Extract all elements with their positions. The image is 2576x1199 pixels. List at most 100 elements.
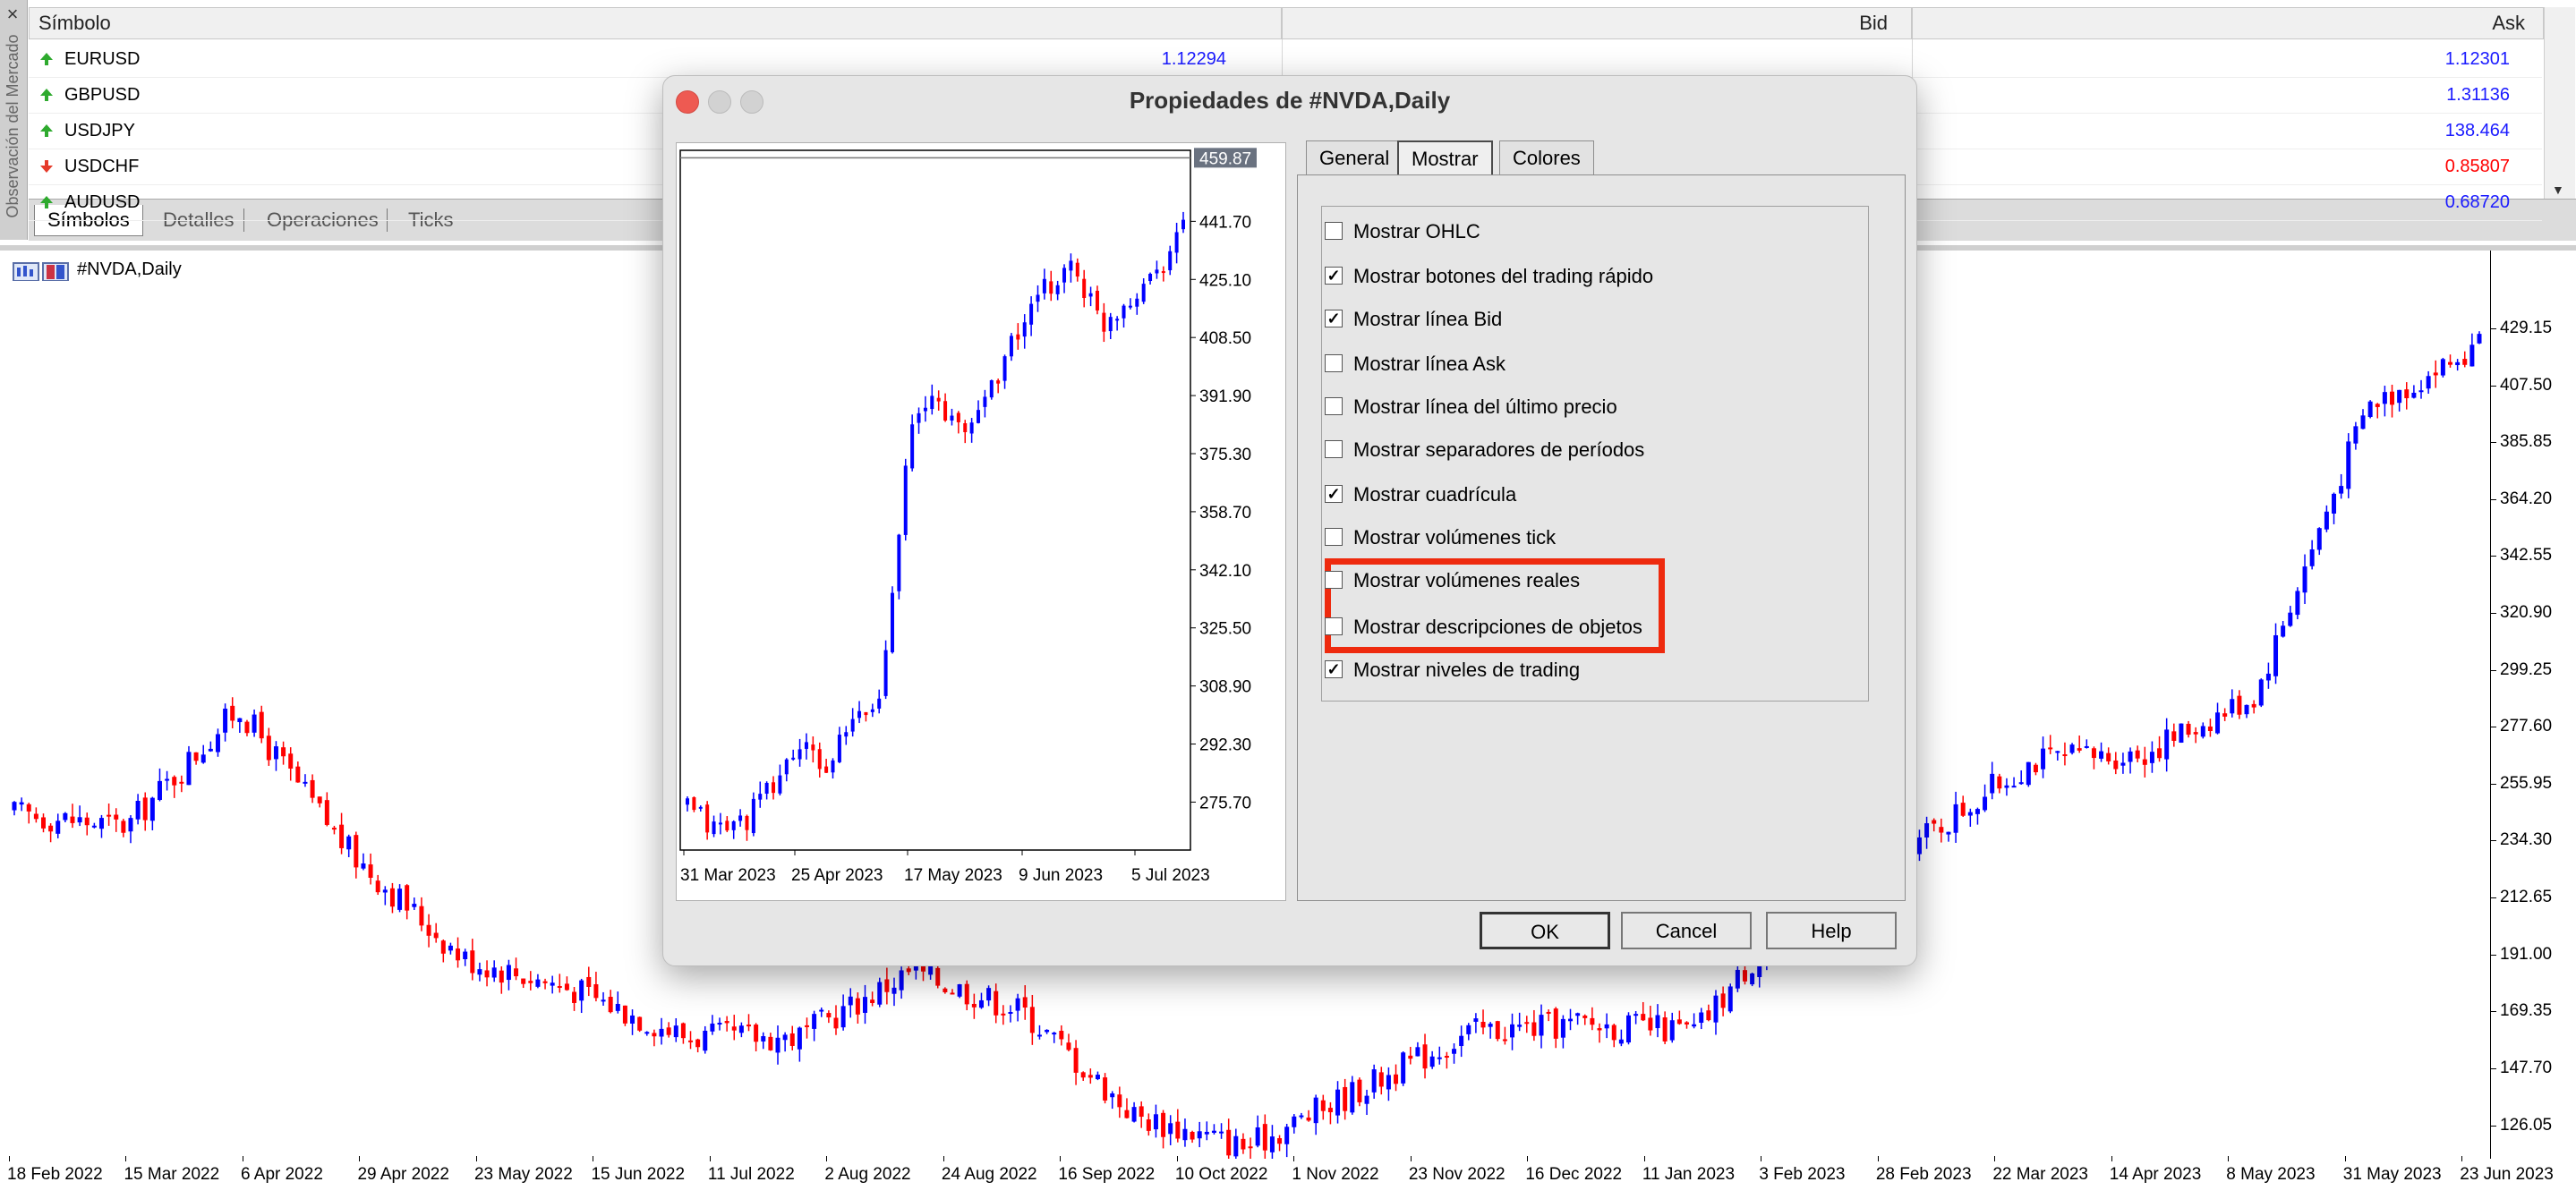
candle-body — [2411, 392, 2417, 398]
candle-body — [40, 817, 46, 829]
candle-body — [857, 710, 862, 719]
candle-body — [165, 778, 170, 781]
checkbox[interactable] — [1325, 571, 1343, 589]
candle-body — [491, 967, 497, 978]
checked-checkbox[interactable]: ✓ — [1325, 267, 1343, 285]
checked-checkbox[interactable]: ✓ — [1325, 310, 1343, 327]
y-tick-label: 212.65 — [2500, 888, 2553, 907]
candle-body — [2244, 704, 2249, 715]
axis-tick — [2228, 1156, 2230, 1161]
candle-body — [731, 1026, 737, 1031]
option-row[interactable]: Mostrar volúmenes tick — [1325, 521, 1862, 557]
candle-body — [419, 906, 424, 926]
scroll-down-icon[interactable]: ▼ — [2552, 183, 2564, 197]
checkbox[interactable] — [1325, 528, 1343, 546]
candle-body — [1531, 1022, 1537, 1036]
column-header-ask[interactable]: Ask — [1912, 7, 2544, 39]
option-row[interactable]: Mostrar línea del último precio — [1325, 390, 1862, 426]
candle-body — [266, 736, 271, 761]
candle-body — [1960, 803, 1966, 816]
candle-body — [1560, 1018, 1565, 1038]
candle-body — [884, 979, 890, 992]
candle-body — [1546, 1011, 1551, 1014]
candle-body — [230, 705, 235, 721]
column-header-symbol[interactable]: Símbolo — [29, 7, 1282, 39]
candle-body — [1742, 970, 1747, 982]
ok-button[interactable]: OK — [1480, 912, 1610, 949]
candle-body — [193, 752, 199, 761]
candle-body — [2186, 723, 2191, 736]
tab-general[interactable]: General — [1306, 140, 1403, 175]
tab-mostrar[interactable]: Mostrar — [1397, 140, 1493, 176]
checkbox[interactable] — [1325, 617, 1343, 635]
checkbox[interactable] — [1325, 440, 1343, 458]
candle-body — [1684, 1022, 1689, 1025]
candle-body — [1059, 1031, 1064, 1040]
candle-body — [1168, 1123, 1173, 1135]
checkbox[interactable] — [1325, 397, 1343, 415]
candle-body — [725, 821, 729, 831]
candle-body — [1139, 1106, 1144, 1118]
candle-body — [848, 996, 853, 1006]
candle-body — [2477, 334, 2482, 344]
candle-body — [1148, 274, 1153, 282]
candle-body — [107, 814, 112, 817]
candle-body — [899, 970, 904, 991]
candle-body — [91, 825, 97, 828]
x-tick-label: 23 Jun 2023 — [2460, 1165, 2554, 1184]
candle-body — [1211, 1130, 1216, 1134]
candle-body — [877, 982, 883, 1005]
candle-body — [1735, 969, 1740, 989]
help-button[interactable]: Help — [1766, 912, 1897, 949]
candle-body — [917, 412, 921, 423]
checkbox[interactable] — [1325, 222, 1343, 240]
option-row[interactable]: ✓ Mostrar línea Bid — [1325, 302, 1862, 338]
candle-body — [1036, 1034, 1042, 1037]
axis-tick — [1060, 1156, 1062, 1161]
candle-body — [2033, 764, 2038, 773]
candle-body — [680, 1023, 686, 1039]
market-watch-scrollbar[interactable]: ▼ — [2544, 7, 2575, 199]
candle-body — [910, 424, 915, 469]
option-row[interactable]: Mostrar descripciones de objetos — [1325, 610, 1862, 646]
candle-body — [1269, 1136, 1275, 1152]
option-row[interactable]: ✓ Mostrar botones del trading rápido — [1325, 259, 1862, 295]
checkbox[interactable] — [1325, 354, 1343, 372]
candle-body — [1488, 1024, 1493, 1027]
candle-body — [698, 806, 703, 809]
axis-tick — [1527, 1156, 1529, 1161]
checked-checkbox[interactable]: ✓ — [1325, 660, 1343, 678]
candle-body — [1153, 1114, 1158, 1130]
candle-body — [1750, 973, 1755, 985]
tab-colores[interactable]: Colores — [1499, 140, 1594, 175]
option-row[interactable]: Mostrar volúmenes reales — [1325, 564, 1862, 600]
y-tick-label: 299.25 — [2500, 659, 2553, 679]
cancel-button[interactable]: Cancel — [1621, 912, 1752, 949]
axis-tick — [2491, 897, 2496, 899]
candle-body — [864, 711, 868, 716]
candle-body — [2142, 759, 2147, 765]
candle-body — [1045, 1029, 1050, 1033]
candle-body — [324, 800, 329, 825]
option-row[interactable]: ✓ Mostrar niveles de trading — [1325, 653, 1862, 689]
checked-checkbox[interactable]: ✓ — [1325, 485, 1343, 503]
y-tick-label: 277.60 — [2500, 717, 2553, 736]
option-row[interactable]: Mostrar línea Ask — [1325, 347, 1862, 383]
candle-body — [703, 1030, 708, 1051]
option-row[interactable]: Mostrar OHLC — [1325, 215, 1862, 251]
candle-body — [2113, 760, 2119, 770]
candle-body — [477, 969, 482, 975]
preview-price-chart: 441.70 425.10 408.50 391.90 375.30 358.70 342.… — [679, 148, 1257, 885]
candle-body — [1429, 1056, 1435, 1067]
candle-body — [1676, 1019, 1682, 1025]
option-label: Mostrar línea Ask — [1353, 353, 1506, 375]
candle-body — [1597, 1028, 1602, 1031]
list-item[interactable]: EURUSD 1.12294 1.12301 — [29, 41, 2542, 78]
option-row[interactable]: ✓ Mostrar cuadrícula — [1325, 478, 1862, 514]
option-row[interactable]: Mostrar separadores de períodos — [1325, 433, 1862, 469]
candle-body — [1335, 1089, 1341, 1116]
candle-body — [1277, 1138, 1283, 1144]
column-header-bid[interactable]: Bid — [1282, 7, 1912, 39]
candle-body — [1088, 1075, 1093, 1078]
candle-body — [1575, 1013, 1581, 1016]
